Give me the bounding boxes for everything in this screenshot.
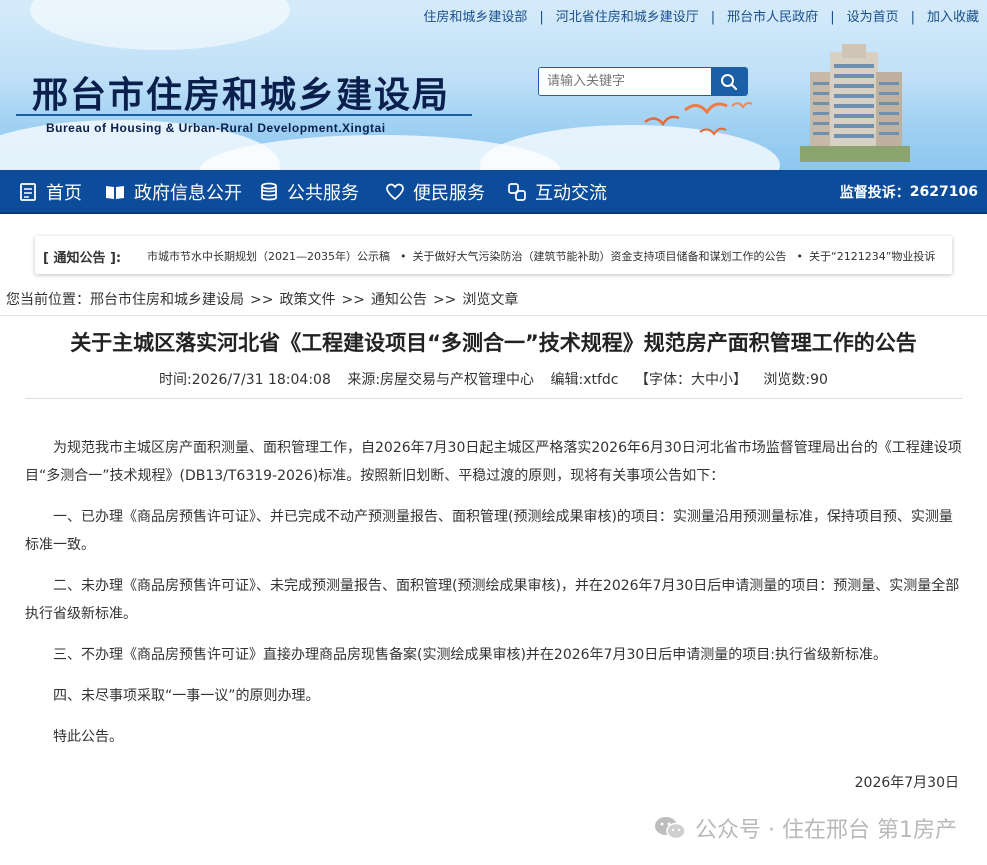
article-meta: 时间:2026/7/31 18:04:08 来源:房屋交易与产权管理中心 编辑:…: [0, 369, 987, 389]
heart-hand-icon: [386, 183, 404, 201]
link-icon: [508, 183, 526, 201]
nav-label-gov-info: 政府信息公开: [134, 183, 242, 204]
breadcrumb-divider: [0, 315, 987, 316]
nav-label-public-service: 公共服务: [287, 183, 359, 204]
paragraph: 二、未办理《商品房预售许可证》、未完成预测量报告、面积管理(预测绘成果审核)，并…: [25, 578, 960, 622]
article-time: 时间:2026/7/31 18:04:08: [159, 372, 331, 388]
paragraph: 四、未尽事项采取“一事一议”的原则办理。: [53, 688, 320, 704]
site-header: 住房和城乡建设部 | 河北省住房和城乡建设厅 | 邢台市人民政府 | 设为首页 | 加入收藏 邢…: [0, 0, 987, 170]
breadcrumb: 您当前位置：邢台市住房和城乡建设局 >> 政策文件 >> 通知公告 >> 浏览文章: [6, 292, 519, 308]
article-body: 为规范我市主城区房产面积测量、面积管理工作，自2026年7月30日起主城区严格落…: [25, 434, 965, 764]
nav-item-convenience[interactable]: 便民服务: [385, 170, 485, 214]
font-medium-button[interactable]: 中: [705, 372, 719, 388]
set-homepage-link[interactable]: 设为首页: [847, 10, 899, 25]
notice-tag: [ 通知公告 ]:: [43, 251, 122, 266]
paragraph: 三、不办理《商品房预售许可证》直接办理商品房现售备案(实测绘成果审核)并在202…: [53, 647, 887, 663]
paragraph: 为规范我市主城区房产面积测量、面积管理工作，自2026年7月30日起主城区严格落…: [25, 440, 962, 484]
complaint-hotline: 监督投诉： 2627106: [840, 170, 978, 214]
paragraph: 一、已办理《商品房预售许可证》、并已完成不动产预测量报告、面积管理(预测绘成果审…: [25, 509, 953, 553]
nav-item-public-service[interactable]: 公共服务: [259, 170, 359, 214]
breadcrumb-label: 您当前位置：: [6, 292, 90, 308]
article-source: 来源:房屋交易与产权管理中心: [347, 372, 535, 388]
open-book-icon: [106, 186, 124, 199]
article-editor: 编辑:xtfdc: [550, 372, 619, 388]
hotline-label: 监督投诉：: [839, 185, 910, 201]
search-input[interactable]: [539, 68, 713, 95]
breadcrumb-item[interactable]: 邢台市住房和城乡建设局: [90, 292, 244, 308]
font-small-button[interactable]: 小: [719, 372, 733, 388]
notice-ticker: 市城市节水中长期规划（2021—2035年）公示稿 • 关于做好大气污染防治（建筑节…: [147, 250, 936, 263]
search-button[interactable]: [711, 68, 747, 95]
font-large-button[interactable]: 大: [691, 372, 705, 388]
watermark: 公众号 · 住在邢台 第1房产: [653, 812, 957, 844]
article-date: 2026年7月30日: [854, 775, 959, 791]
title-divider: [16, 114, 472, 116]
main-nav: 首页 政府信息公开 公共服务 便民服务 互动交流 监督投诉： 2627106: [0, 170, 987, 214]
link-hebei-dept[interactable]: 河北省住房和城乡建设厅: [556, 10, 699, 25]
article-views: 浏览数:90: [763, 372, 828, 388]
nav-label-home: 首页: [46, 183, 82, 204]
nav-item-interaction[interactable]: 互动交流: [507, 170, 607, 214]
nav-label-interaction: 互动交流: [535, 183, 607, 204]
watermark-text: 公众号 · 住在邢台 第1房产: [695, 818, 957, 843]
nav-item-home[interactable]: 首页: [18, 170, 82, 214]
breadcrumb-item[interactable]: 通知公告: [371, 292, 427, 308]
nav-label-convenience: 便民服务: [413, 183, 485, 204]
wechat-icon: [655, 817, 686, 840]
site-title: 邢台市住房和城乡建设局: [32, 74, 451, 116]
notice-item[interactable]: 关于“2121234”物业投诉: [809, 250, 935, 263]
paragraph: 特此公告。: [53, 729, 123, 745]
search-icon: [721, 73, 738, 90]
notice-item[interactable]: 市城市节水中长期规划（2021—2035年）公示稿: [147, 250, 390, 263]
font-size-controls: 【字体：大中小】: [634, 372, 747, 388]
top-links: 住房和城乡建设部 | 河北省住房和城乡建设厅 | 邢台市人民政府 | 设为首页 | 加入收藏: [423, 10, 979, 25]
database-icon: [261, 182, 277, 201]
site-subtitle: Bureau of Housing & Urban-Rural Developm…: [46, 121, 386, 135]
nav-item-gov-info[interactable]: 政府信息公开: [104, 170, 242, 214]
breadcrumb-current: 浏览文章: [462, 292, 519, 308]
building-image: [800, 44, 910, 162]
article-title: 关于主城区落实河北省《工程建设项目“多测合一”技术规程》规范房产面积管理工作的公…: [70, 331, 917, 355]
add-favorite-link[interactable]: 加入收藏: [927, 10, 979, 25]
breadcrumb-item[interactable]: 政策文件: [279, 292, 335, 308]
birds-decoration: [644, 102, 753, 136]
document-icon: [20, 183, 36, 201]
link-moh[interactable]: 住房和城乡建设部: [423, 10, 527, 25]
notice-bar: [ 通知公告 ]: 市城市节水中长期规划（2021—2035年）公示稿 • 关于做好…: [35, 236, 952, 274]
hotline-number: 2627106: [909, 184, 978, 200]
link-xingtai-gov[interactable]: 邢台市人民政府: [727, 10, 818, 25]
notice-item[interactable]: 关于做好大气污染防治（建筑节能补助）资金支持项目储备和谋划工作的公告: [413, 250, 787, 263]
article-divider: [25, 398, 962, 399]
